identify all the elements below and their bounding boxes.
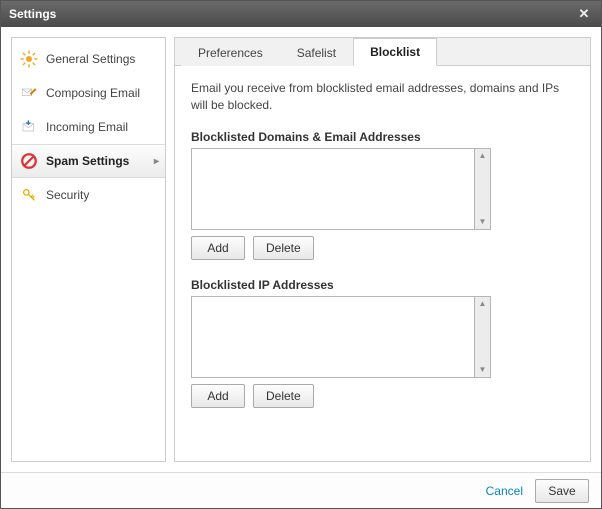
incoming-icon <box>20 118 38 136</box>
tab-blocklist[interactable]: Blocklist <box>353 38 437 66</box>
delete-domain-button[interactable]: Delete <box>253 236 314 260</box>
scroll-up-icon[interactable]: ▲ <box>479 152 487 160</box>
block-icon <box>20 152 38 170</box>
section-label-ips: Blocklisted IP Addresses <box>191 278 574 292</box>
add-domain-button[interactable]: Add <box>191 236 245 260</box>
button-label: Delete <box>266 241 301 255</box>
window-title: Settings <box>9 7 575 21</box>
chevron-right-icon: ▸ <box>154 156 159 167</box>
listbox-wrap-domains: ▲ ▼ <box>191 148 491 230</box>
sidebar-item-label: Security <box>46 188 89 202</box>
listbox-domains[interactable] <box>191 148 475 230</box>
tab-label: Safelist <box>297 46 336 60</box>
sidebar-item-label: General Settings <box>46 52 135 66</box>
window-body: General Settings Composing Email Incomin… <box>1 27 601 472</box>
blocklist-description: Email you receive from blocklisted email… <box>191 80 574 114</box>
scroll-down-icon[interactable]: ▼ <box>479 218 487 226</box>
sidebar-item-security[interactable]: Security <box>12 178 165 212</box>
button-label: Add <box>207 241 228 255</box>
compose-icon <box>20 84 38 102</box>
titlebar: Settings ✕ <box>1 1 601 27</box>
sidebar-item-label: Composing Email <box>46 86 140 100</box>
footer: Cancel Save <box>1 472 601 508</box>
button-label: Save <box>548 484 575 498</box>
sidebar: General Settings Composing Email Incomin… <box>11 37 166 462</box>
scrollbar-domains[interactable]: ▲ ▼ <box>475 148 491 230</box>
button-label: Delete <box>266 389 301 403</box>
close-icon[interactable]: ✕ <box>575 5 593 23</box>
tab-label: Preferences <box>198 46 263 60</box>
save-button[interactable]: Save <box>535 479 589 503</box>
sidebar-item-label: Incoming Email <box>46 120 128 134</box>
cancel-button[interactable]: Cancel <box>486 484 523 498</box>
tab-content-blocklist: Email you receive from blocklisted email… <box>175 66 590 461</box>
gear-icon <box>20 50 38 68</box>
delete-ip-button[interactable]: Delete <box>253 384 314 408</box>
main-panel: Preferences Safelist Blocklist Email you… <box>174 37 591 462</box>
button-row-domains: Add Delete <box>191 236 574 260</box>
tab-label: Blocklist <box>370 45 420 59</box>
sidebar-item-label: Spam Settings <box>46 154 129 168</box>
tab-bar: Preferences Safelist Blocklist <box>175 38 590 66</box>
button-row-ips: Add Delete <box>191 384 574 408</box>
scroll-down-icon[interactable]: ▼ <box>479 366 487 374</box>
listbox-ips[interactable] <box>191 296 475 378</box>
tab-safelist[interactable]: Safelist <box>280 39 353 66</box>
sidebar-item-general-settings[interactable]: General Settings <box>12 42 165 76</box>
scrollbar-ips[interactable]: ▲ ▼ <box>475 296 491 378</box>
sidebar-item-incoming-email[interactable]: Incoming Email <box>12 110 165 144</box>
add-ip-button[interactable]: Add <box>191 384 245 408</box>
key-icon <box>20 186 38 204</box>
scroll-up-icon[interactable]: ▲ <box>479 300 487 308</box>
sidebar-item-spam-settings[interactable]: Spam Settings ▸ <box>12 144 165 178</box>
sidebar-item-composing-email[interactable]: Composing Email <box>12 76 165 110</box>
button-label: Add <box>207 389 228 403</box>
listbox-wrap-ips: ▲ ▼ <box>191 296 491 378</box>
section-label-domains: Blocklisted Domains & Email Addresses <box>191 130 574 144</box>
tab-preferences[interactable]: Preferences <box>181 39 280 66</box>
settings-window: Settings ✕ General Settings Composing Em… <box>0 0 602 509</box>
